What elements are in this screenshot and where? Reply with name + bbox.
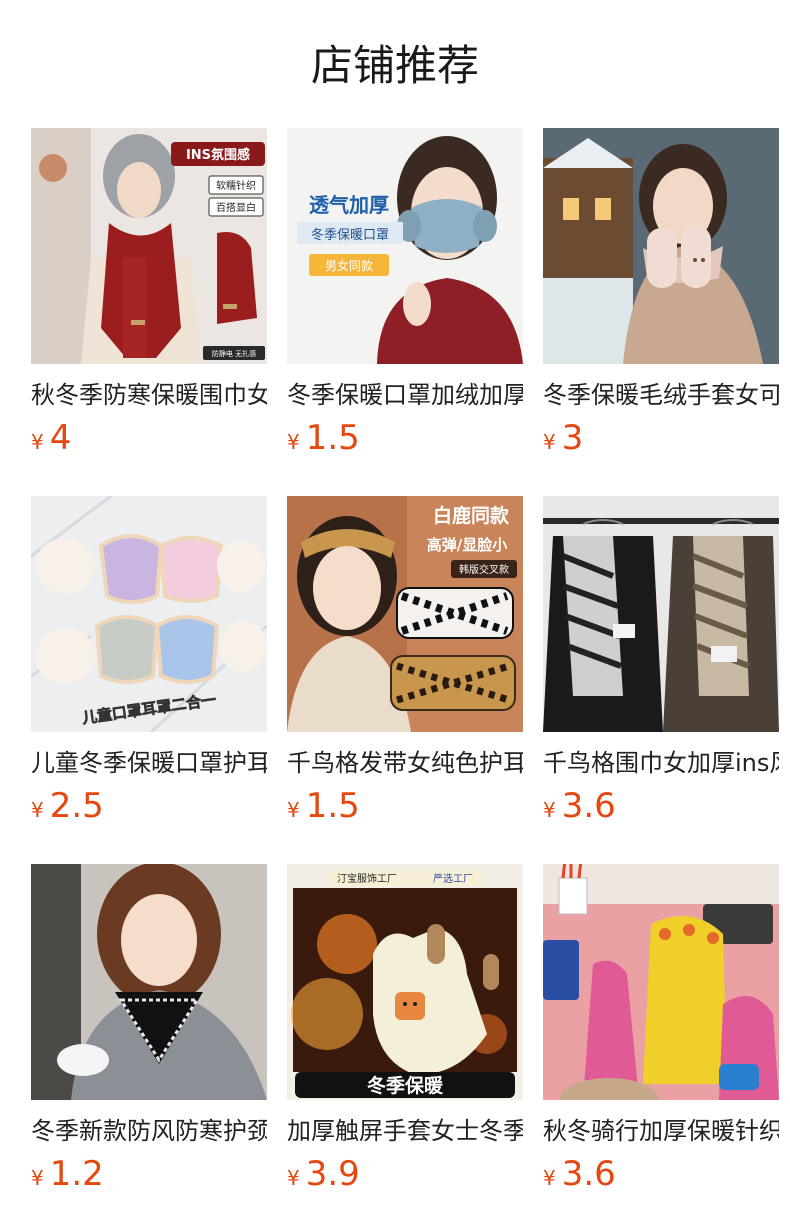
product-price: ¥3.6 (543, 784, 616, 828)
currency-symbol: ¥ (31, 1166, 44, 1190)
kids-gloves-photo (543, 864, 779, 1100)
product-name: 秋冬骑行加厚保暖针织 (543, 1117, 779, 1145)
price-value: 1.5 (305, 786, 360, 826)
gloves-photo (543, 128, 779, 364)
product-name: 千鸟格发带女纯色护耳 (287, 749, 523, 777)
svg-text:男女同款: 男女同款 (325, 258, 373, 273)
price-value: 4 (49, 418, 72, 458)
svg-text:冬季保暖口罩: 冬季保暖口罩 (311, 227, 389, 243)
product-card[interactable]: 透气加厚 冬季保暖口罩 男女同款 冬季保暖口罩加绒加厚 ¥1.5 (287, 128, 523, 468)
currency-symbol: ¥ (287, 798, 300, 822)
price-value: 2.5 (49, 786, 104, 826)
product-name: 千鸟格围巾女加厚ins风 (543, 749, 779, 777)
svg-text:韩版交叉款: 韩版交叉款 (459, 563, 509, 576)
price-value: 1.5 (305, 418, 360, 458)
product-image[interactable]: 透气加厚 冬季保暖口罩 男女同款 (287, 128, 523, 364)
currency-symbol: ¥ (31, 430, 44, 454)
neck-scarf-photo (31, 864, 267, 1100)
product-price: ¥1.5 (287, 784, 360, 828)
product-card[interactable]: 千鸟格围巾女加厚ins风 ¥3.6 (543, 496, 779, 836)
currency-symbol: ¥ (287, 430, 300, 454)
price-value: 3.9 (305, 1154, 360, 1194)
svg-text:INS氛围感: INS氛围感 (186, 147, 250, 163)
svg-text:严选工厂: 严选工厂 (433, 872, 473, 885)
price-value: 3.6 (561, 786, 616, 826)
product-image[interactable]: 白鹿同款 高弹/显脸小 韩版交叉款 (287, 496, 523, 732)
product-price: ¥3.6 (543, 1152, 616, 1196)
product-price: ¥2.5 (31, 784, 104, 828)
currency-symbol: ¥ (543, 1166, 556, 1190)
product-image[interactable] (543, 496, 779, 732)
price-value: 3.6 (561, 1154, 616, 1194)
product-card[interactable]: 汀宝服饰工厂 严选工厂 冬季保暖 加厚触屏手套女士冬季 ¥3.9 (287, 864, 523, 1204)
svg-text:百搭显白: 百搭显白 (216, 201, 256, 214)
product-name: 加厚触屏手套女士冬季 (287, 1117, 523, 1145)
svg-text:冬季保暖: 冬季保暖 (367, 1074, 444, 1097)
svg-text:汀宝服饰工厂: 汀宝服饰工厂 (337, 872, 397, 885)
svg-text:防静电 无扎感: 防静电 无扎感 (212, 349, 256, 358)
page-title: 店铺推荐 (310, 41, 479, 90)
product-card[interactable]: 白鹿同款 高弹/显脸小 韩版交叉款 千鸟格发带女纯色护耳 ¥1.5 (287, 496, 523, 836)
product-image[interactable] (543, 128, 779, 364)
product-card[interactable]: 秋冬骑行加厚保暖针织 ¥3.6 (543, 864, 779, 1204)
product-card[interactable]: INS氛围感 软糯针织 百搭显白 防静电 无扎感 秋冬季防寒保暖围巾女 ¥4 (31, 128, 267, 468)
currency-symbol: ¥ (31, 798, 44, 822)
product-name: 冬季保暖毛绒手套女可爱 (543, 381, 779, 409)
headband-photo: 白鹿同款 高弹/显脸小 韩版交叉款 (287, 496, 523, 732)
mask-photo: 透气加厚 冬季保暖口罩 男女同款 (287, 128, 523, 364)
price-value: 1.2 (49, 1154, 104, 1194)
svg-text:高弹/显脸小: 高弹/显脸小 (427, 536, 507, 554)
product-name: 冬季新款防风防寒护颈 (31, 1117, 267, 1145)
product-price: ¥4 (31, 416, 71, 460)
product-card[interactable]: 冬季保暖毛绒手套女可爱 ¥3 (543, 128, 779, 468)
product-name: 冬季保暖口罩加绒加厚 (287, 381, 523, 409)
product-card[interactable]: 儿童口罩耳罩二合一 儿童冬季保暖口罩护耳罩 ¥2.5 (31, 496, 267, 836)
currency-symbol: ¥ (287, 1166, 300, 1190)
product-price: ¥3 (543, 416, 583, 460)
product-image[interactable] (543, 864, 779, 1100)
price-value: 3 (561, 418, 584, 458)
product-image[interactable]: 儿童口罩耳罩二合一 (31, 496, 267, 732)
houndstooth-scarves-photo (543, 496, 779, 732)
svg-text:白鹿同款: 白鹿同款 (433, 504, 510, 527)
svg-text:透气加厚: 透气加厚 (309, 193, 389, 217)
currency-symbol: ¥ (543, 798, 556, 822)
product-image[interactable]: 汀宝服饰工厂 严选工厂 冬季保暖 (287, 864, 523, 1100)
product-image[interactable]: INS氛围感 软糯针织 百搭显白 防静电 无扎感 (31, 128, 267, 364)
product-name: 儿童冬季保暖口罩护耳罩 (31, 749, 267, 777)
product-price: ¥1.2 (31, 1152, 104, 1196)
currency-symbol: ¥ (543, 430, 556, 454)
product-card[interactable]: 冬季新款防风防寒护颈 ¥1.2 (31, 864, 267, 1204)
touch-gloves-photo: 汀宝服饰工厂 严选工厂 冬季保暖 (287, 864, 523, 1100)
product-price: ¥1.5 (287, 416, 360, 460)
scarf-photo: INS氛围感 软糯针织 百搭显白 防静电 无扎感 (31, 128, 267, 364)
product-price: ¥3.9 (287, 1152, 360, 1196)
kids-masks-photo: 儿童口罩耳罩二合一 (31, 496, 267, 732)
svg-text:软糯针织: 软糯针织 (216, 179, 256, 192)
product-image[interactable] (31, 864, 267, 1100)
product-name: 秋冬季防寒保暖围巾女 (31, 381, 267, 409)
